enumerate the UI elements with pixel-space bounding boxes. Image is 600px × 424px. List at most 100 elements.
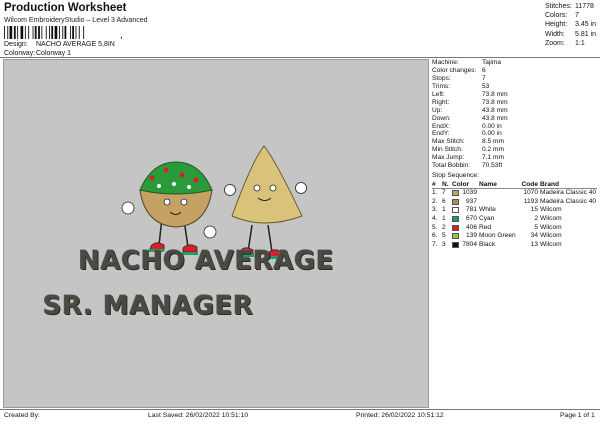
stat-label: Colors: — [545, 12, 568, 20]
colorway-row: Colorway:Colorway 1 — [4, 50, 71, 57]
machine-info-label: Machine: — [432, 59, 459, 66]
color-swatch — [452, 190, 459, 197]
stop-color-name: Moon Green — [479, 232, 516, 240]
embroidery-artwork — [121, 145, 307, 259]
stat-value: 5.81 in — [575, 30, 597, 38]
stop-sequence-row: 6. 5 139 Moon Green 34 Wilcom — [432, 232, 597, 241]
footer-created-by: Created By: — [4, 412, 40, 419]
col-brand: Brand — [540, 181, 560, 189]
machine-info-row: EndX: 0.00 in — [432, 123, 600, 131]
design-text-line-1: NACHO AVERAGE — [78, 246, 334, 276]
colorway-label: Colorway: — [4, 50, 36, 57]
machine-info-value: 7.1 mm — [482, 154, 504, 162]
stat-height: Height: 3.45 in — [545, 20, 600, 29]
machine-info-value: 73.8 mm — [482, 90, 508, 98]
stop-color-name: Cyan — [479, 214, 495, 222]
stop-color-name: Red — [479, 223, 492, 231]
stop-thread-code: 13 — [530, 240, 538, 248]
stop-thread-code: 34 — [530, 232, 538, 240]
stop-color-code: 781 — [465, 206, 477, 214]
stop-sequence-list: 1. 7 1039 1070 Madeira Classic 40 2. 6 937 1193 M… — [432, 189, 600, 249]
color-swatch — [452, 198, 459, 205]
stop-sequence-header: # N. Color Name Code Brand — [432, 180, 597, 190]
machine-info-label: EndY: — [432, 130, 450, 138]
col-color: Color — [452, 181, 470, 189]
stop-brand: Wilcom — [540, 232, 562, 240]
software-subtitle: Wilcom EmbroideryStudio – Level 3 Advanc… — [4, 17, 148, 24]
stop-needle: 5 — [442, 232, 446, 240]
color-swatch — [452, 207, 459, 214]
machine-info-label: Max Jump: — [432, 154, 465, 162]
color-swatch — [452, 224, 459, 231]
machine-info-value: 43.8 mm — [482, 114, 508, 122]
machine-info-row: Left: 73.8 mm — [432, 91, 600, 99]
stat-zoom: Zoom: 1:1 — [545, 39, 600, 48]
stop-brand: Wilcom — [540, 240, 562, 248]
stop-num: 3. — [432, 206, 438, 214]
stop-needle: 3 — [442, 240, 446, 248]
machine-info-value: 43.8 mm — [482, 106, 508, 114]
machine-info-label: Max Stitch: — [432, 138, 465, 146]
page-title: Production Worksheet — [4, 2, 127, 14]
stop-color-name: White — [479, 206, 496, 214]
stop-needle: 1 — [442, 214, 446, 222]
machine-info-row: Max Jump: 7.1 mm — [432, 154, 600, 162]
machine-info-row: Min Stitch: 0.2 mm — [432, 146, 600, 154]
stop-thread-code: 1070 — [523, 189, 538, 197]
machine-info-row: Stops: 7 — [432, 75, 600, 83]
color-swatch — [452, 215, 459, 222]
design-value: NACHO AVERAGE 5,8IN — [36, 41, 115, 48]
stop-color-code: 406 — [465, 223, 477, 231]
stat-width: Width: 5.81 in — [545, 30, 600, 39]
machine-info-row: EndY: 0.00 in — [432, 130, 600, 138]
stop-color-name: Black — [479, 240, 496, 248]
stat-colors: Colors: 7 — [545, 11, 600, 20]
design-row: Design: NACHO AVERAGE 5,8IN — [4, 41, 115, 48]
machine-info-label: Right: — [432, 98, 450, 106]
machine-info-label: Stops: — [432, 74, 451, 82]
stop-brand: Wilcom — [540, 206, 562, 214]
machine-info-row: Up: 43.8 mm — [432, 107, 600, 115]
footer-printed: Printed: 26/02/2022 10:51:12 — [356, 412, 444, 419]
stop-color-code: 937 — [465, 197, 477, 205]
machine-info-value: 8.5 mm — [482, 138, 504, 146]
footer-page: Page 1 of 1 — [560, 412, 595, 419]
footer-last-saved: Last Saved: 26/02/2022 10:51:10 — [148, 412, 249, 419]
stop-brand: Madeira Classic 40 — [540, 189, 597, 197]
barcode-suffix: , — [120, 30, 123, 39]
stat-label: Stitches: — [545, 3, 572, 10]
machine-info-label: Up: — [432, 106, 443, 114]
stat-label: Width: — [545, 30, 565, 38]
colorway-value: Colorway 1 — [36, 50, 72, 57]
stop-num: 6. — [432, 232, 438, 240]
stop-sequence-title: Stop Sequence: — [432, 172, 479, 180]
stop-needle: 2 — [442, 223, 446, 231]
machine-info-value: 7 — [482, 74, 486, 82]
machine-info-value: 70.53ft — [482, 162, 503, 170]
stop-needle: 6 — [442, 197, 446, 205]
stat-value: 1:1 — [575, 39, 585, 47]
stop-sequence-row: 4. 1 670 Cyan 2 Wilcom — [432, 215, 597, 224]
design-label: Design: — [4, 41, 28, 48]
machine-info-row: Down: 43.8 mm — [432, 115, 600, 123]
stop-color-code: 1039 — [462, 189, 477, 197]
stop-sequence-row: 3. 1 781 White 15 Wilcom — [432, 206, 597, 215]
design-preview[interactable]: NACHO AVERAGE SR. MANAGER — [3, 59, 429, 408]
machine-info-value: 6 — [482, 66, 486, 74]
stop-brand: Wilcom — [540, 223, 562, 231]
stop-num: 5. — [432, 223, 438, 231]
stat-label: Height: — [545, 21, 568, 29]
stop-sequence-row: 7. 3 7804 Black 13 Wilcom — [432, 241, 597, 250]
col-code: Code — [521, 181, 538, 189]
design-text-line-2: SR. MANAGER — [42, 291, 254, 321]
stop-thread-code: 5 — [534, 223, 538, 231]
stop-brand: Madeira Classic 40 — [540, 197, 597, 205]
machine-info-label: Color changes: — [432, 66, 477, 74]
machine-info-value: Tajima — [482, 59, 502, 66]
color-swatch — [452, 233, 459, 240]
machine-info-label: EndX: — [432, 122, 450, 130]
nacho-chip-character — [224, 145, 307, 259]
stop-sequence-row: 1. 7 1039 1070 Madeira Classic 40 — [432, 189, 597, 198]
barcode: , — [4, 26, 123, 39]
color-swatch — [452, 241, 459, 248]
